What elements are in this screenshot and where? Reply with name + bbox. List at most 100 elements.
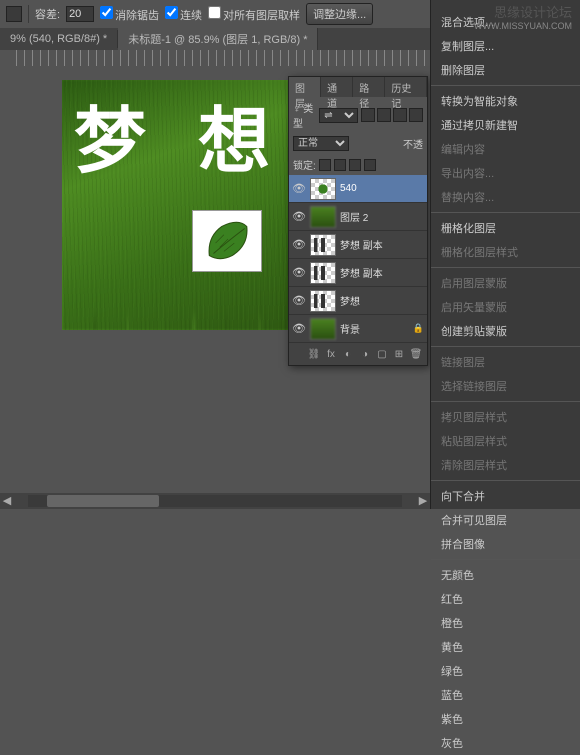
layers-list: 👁 540 👁 图层 2 👁 梦想 副本 👁 梦想 副本 👁 梦想 👁 背景 🔒: [289, 175, 427, 343]
menu-item[interactable]: 红色: [431, 587, 580, 611]
eye-icon[interactable]: 👁: [292, 266, 306, 280]
watermark-cn: 思缘设计论坛: [474, 2, 572, 21]
eye-icon[interactable]: 👁: [292, 210, 306, 224]
eye-icon[interactable]: 👁: [292, 322, 306, 336]
tab-history[interactable]: 历史记: [385, 77, 427, 97]
filter-icon[interactable]: [393, 108, 407, 122]
leaf-icon: [201, 218, 253, 264]
layers-footer: ⛓ fx ◐ ◑ ▢ ⊞ 🗑: [289, 343, 427, 365]
contiguous-checkbox[interactable]: 连续: [165, 6, 202, 23]
adjustment-icon[interactable]: ◑: [358, 347, 372, 361]
menu-item[interactable]: 删除图层: [431, 58, 580, 82]
layer-thumb: [310, 206, 336, 228]
menu-item: 替换内容...: [431, 185, 580, 209]
sample-point-icon[interactable]: [6, 6, 22, 22]
scroll-right-icon[interactable]: ▶: [416, 494, 430, 508]
menu-item: 启用矢量蒙版: [431, 295, 580, 319]
trash-icon[interactable]: 🗑: [409, 347, 423, 361]
menu-item[interactable]: 黄色: [431, 635, 580, 659]
tolerance-label: 容差:: [35, 6, 60, 22]
lock-pixels-icon[interactable]: [334, 159, 346, 171]
menu-item[interactable]: 无颜色: [431, 563, 580, 587]
context-menu: 混合选项...复制图层...删除图层转换为智能对象通过拷贝新建智编辑内容导出内容…: [430, 0, 580, 509]
filter-icon[interactable]: [377, 108, 391, 122]
watermark: 思缘设计论坛 WWW.MISSYUAN.COM: [474, 2, 572, 31]
menu-item: 选择链接图层: [431, 374, 580, 398]
link-icon[interactable]: ⛓: [307, 347, 321, 361]
menu-item[interactable]: 向下合并: [431, 484, 580, 508]
menu-item[interactable]: 橙色: [431, 611, 580, 635]
fx-icon[interactable]: fx: [324, 347, 338, 361]
eye-icon[interactable]: 👁: [292, 294, 306, 308]
menu-item: 粘贴图层样式: [431, 429, 580, 453]
layer-name: 图层 2: [340, 209, 424, 224]
menu-item[interactable]: 通过拷贝新建智: [431, 113, 580, 137]
menu-item[interactable]: 合并可见图层: [431, 508, 580, 532]
layer-item[interactable]: 👁 梦想 副本: [289, 259, 427, 287]
menu-item: 拷贝图层样式: [431, 405, 580, 429]
layer-thumb: [310, 262, 336, 284]
blend-mode-select[interactable]: 正常: [293, 136, 349, 151]
filter-icon[interactable]: [361, 108, 375, 122]
scrollbar-horizontal[interactable]: ◀ ▶: [0, 493, 430, 509]
layer-item[interactable]: 👁 梦想 副本: [289, 231, 427, 259]
ruler-vertical[interactable]: [0, 66, 16, 489]
scrollbar-thumb[interactable]: [47, 495, 159, 507]
lock-position-icon[interactable]: [349, 159, 361, 171]
layer-item[interactable]: 👁 梦想: [289, 287, 427, 315]
menu-item: 清除图层样式: [431, 453, 580, 477]
filter-icon[interactable]: [409, 108, 423, 122]
menu-item[interactable]: 绿色: [431, 659, 580, 683]
leaf-image[interactable]: [192, 210, 262, 272]
layer-thumb: [310, 234, 336, 256]
menu-item: 启用图层蒙版: [431, 271, 580, 295]
lock-icon: 🔒: [413, 323, 424, 334]
refine-edge-button[interactable]: 调整边缘...: [306, 3, 373, 25]
menu-item: 编辑内容: [431, 137, 580, 161]
antialias-checkbox[interactable]: 消除锯齿: [100, 6, 159, 23]
tab-doc1[interactable]: 9% (540, RGB/8#) *: [0, 30, 118, 48]
tab-doc2[interactable]: 未标题-1 @ 85.9% (图层 1, RGB/8) *: [118, 28, 318, 50]
layer-name: 540: [340, 183, 424, 194]
tab-layers[interactable]: 图层: [289, 77, 321, 97]
new-layer-icon[interactable]: ⊞: [392, 347, 406, 361]
layer-thumb: [310, 290, 336, 312]
layer-name: 梦想 副本: [340, 265, 424, 280]
layer-name: 梦想 副本: [340, 237, 424, 252]
menu-item: 链接图层: [431, 350, 580, 374]
panel-tabs: 图层 通道 路径 历史记: [289, 77, 427, 97]
watermark-en: WWW.MISSYUAN.COM: [474, 21, 572, 31]
menu-item[interactable]: 转换为智能对象: [431, 89, 580, 113]
menu-item[interactable]: 灰色: [431, 731, 580, 755]
layer-item[interactable]: 👁 540: [289, 175, 427, 203]
menu-item[interactable]: 复制图层...: [431, 34, 580, 58]
eye-icon[interactable]: 👁: [292, 238, 306, 252]
menu-item[interactable]: 栅格化图层: [431, 216, 580, 240]
lock-label: 锁定:: [293, 157, 316, 172]
filter-select[interactable]: ⇌: [319, 108, 358, 123]
layer-item[interactable]: 👁 图层 2: [289, 203, 427, 231]
tab-paths[interactable]: 路径: [353, 77, 385, 97]
lock-transparency-icon[interactable]: [319, 159, 331, 171]
layer-item[interactable]: 👁 背景 🔒: [289, 315, 427, 343]
layer-thumb: [310, 178, 336, 200]
filter-kind[interactable]: ♀ 类型: [293, 100, 316, 130]
layers-panel: 图层 通道 路径 历史记 ♀ 类型 ⇌ 正常 不透 锁定: 👁540👁图层 2👁…: [288, 76, 428, 366]
all-layers-checkbox[interactable]: 对所有图层取样: [208, 6, 300, 23]
menu-item[interactable]: 创建剪贴蒙版: [431, 319, 580, 343]
layer-name: 梦想: [340, 293, 424, 308]
menu-item: 导出内容...: [431, 161, 580, 185]
group-icon[interactable]: ▢: [375, 347, 389, 361]
menu-item[interactable]: 紫色: [431, 707, 580, 731]
tab-channels[interactable]: 通道: [321, 77, 353, 97]
menu-item[interactable]: 拼合图像: [431, 532, 580, 556]
layer-thumb: [310, 318, 336, 340]
scroll-left-icon[interactable]: ◀: [0, 494, 14, 508]
tolerance-input[interactable]: [66, 6, 94, 22]
mask-icon[interactable]: ◐: [341, 347, 355, 361]
lock-all-icon[interactable]: [364, 159, 376, 171]
opacity-label: 不透: [403, 136, 423, 151]
menu-item[interactable]: 蓝色: [431, 683, 580, 707]
eye-icon[interactable]: 👁: [292, 182, 306, 196]
layer-name: 背景: [340, 321, 409, 336]
